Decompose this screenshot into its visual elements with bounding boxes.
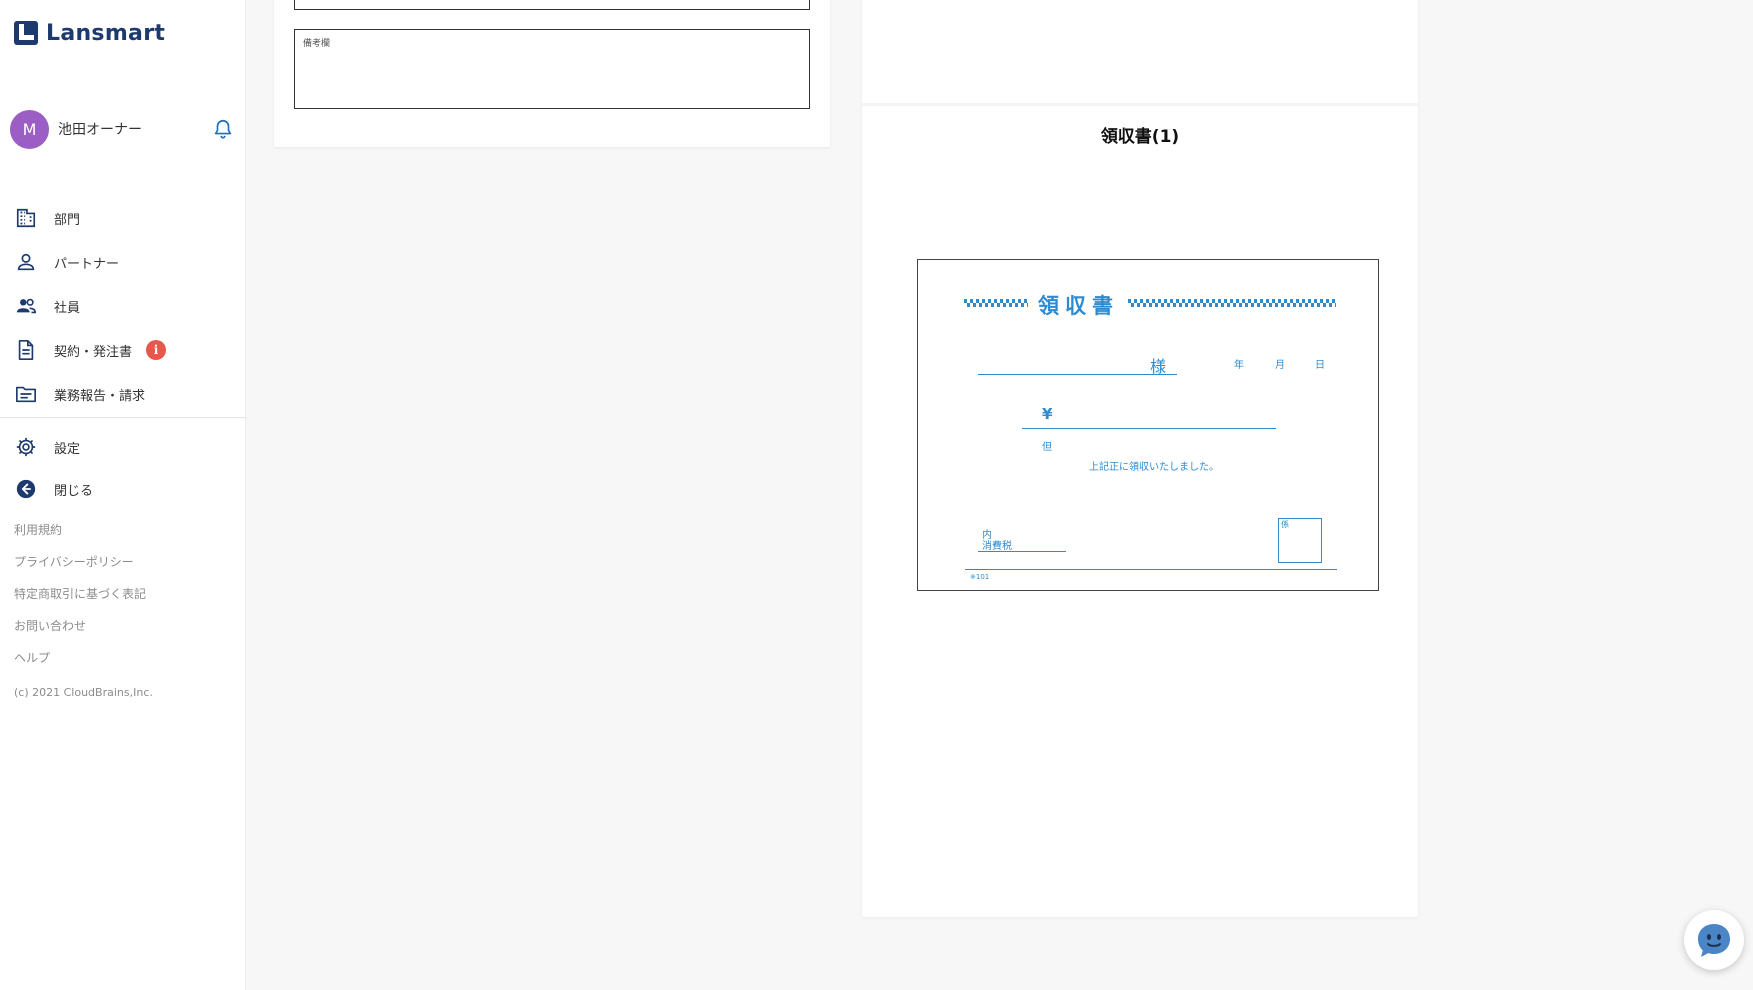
sidebar-item-partners[interactable]: パートナー <box>0 240 246 284</box>
form-card: 備考欄 <box>274 0 830 147</box>
avatar[interactable]: M <box>10 109 49 149</box>
sidebar-item-employees[interactable]: 社員 <box>0 284 246 328</box>
sidebar-item-reports-billing[interactable]: 業務報告・請求 <box>0 372 246 416</box>
remarks-label: 備考欄 <box>303 39 331 49</box>
tax-line <box>978 551 1066 552</box>
amount-line <box>1022 428 1276 429</box>
avatar-initial: M <box>22 119 37 139</box>
sidebar-item-label: パートナー <box>54 256 120 272</box>
sidebar-item-settings[interactable]: 設定 <box>0 426 246 468</box>
sidebar-item-label: 契約・発注書 <box>54 344 133 360</box>
bottom-line <box>965 569 1337 570</box>
receipt-month: 月 <box>1275 360 1285 371</box>
copyright: (c) 2021 CloudBrains,Inc. <box>14 686 153 699</box>
terms-link[interactable]: 利用規約 <box>14 522 146 554</box>
page-separator <box>862 103 1418 106</box>
recipient-line <box>978 374 1177 375</box>
receipt-received-text: 上記正に領収いたしました。 <box>1089 462 1219 473</box>
person-icon <box>14 250 38 274</box>
secondary-nav: 設定 閉じる <box>0 426 246 510</box>
building-icon <box>14 206 38 230</box>
remarks-field[interactable]: 備考欄 <box>294 29 810 109</box>
sidebar-item-contracts[interactable]: 契約・発注書 i <box>0 328 246 372</box>
receipt-year: 年 <box>1234 360 1244 371</box>
receipt-form: 領収書 様 年 月 日 ¥ 但 上記正に領収いたしました。 内 消費税 係 ※1… <box>917 259 1379 591</box>
receipt-preview-panel: 領収書(1) 領収書 様 年 月 日 ¥ 但 上記正に領収いたしました。 内 消… <box>862 0 1418 917</box>
privacy-link[interactable]: プライバシーポリシー <box>14 554 146 586</box>
receipt-heading: 領収書 <box>1038 294 1119 318</box>
checker-pattern-left-2 <box>964 303 1028 307</box>
sidebar-item-label: 業務報告・請求 <box>54 388 146 404</box>
receipt-tadashi: 但 <box>1042 442 1052 453</box>
sidebar-divider <box>0 417 246 418</box>
receipt-code: ※101 <box>970 573 990 581</box>
user-profile[interactable]: M 池田オーナー <box>10 109 232 149</box>
contact-link[interactable]: お問い合わせ <box>14 618 146 650</box>
preview-title: 領収書(1) <box>1100 127 1180 147</box>
commerce-law-link[interactable]: 特定商取引に基づく表記 <box>14 586 146 618</box>
bell-icon[interactable] <box>212 118 234 140</box>
receipt-yen: ¥ <box>1042 405 1053 423</box>
sidebar-item-label: 社員 <box>54 300 81 316</box>
info-badge: i <box>146 340 167 360</box>
checker-pattern-right-2 <box>1128 303 1336 307</box>
sidebar: Lansmart M 池田オーナー 部門 パートナー 社員 契約・発注書 i 業… <box>0 0 246 990</box>
footer-links: 利用規約 プライバシーポリシー 特定商取引に基づく表記 お問い合わせ ヘルプ <box>14 522 146 682</box>
sidebar-item-close[interactable]: 閉じる <box>0 468 246 510</box>
sidebar-item-label: 閉じる <box>54 483 94 499</box>
user-name: 池田オーナー <box>58 122 142 138</box>
receipt-kakari: 係 <box>1281 520 1289 529</box>
chatbot-button[interactable] <box>1684 910 1744 970</box>
brand-name: Lansmart <box>46 20 166 46</box>
people-icon <box>14 294 38 318</box>
chatbot-icon <box>1698 924 1730 957</box>
stamp-box: 係 <box>1278 518 1322 563</box>
receipt-tax: 消費税 <box>982 541 1012 552</box>
gear-icon <box>14 435 38 459</box>
logo-mark-icon <box>14 21 38 45</box>
help-link[interactable]: ヘルプ <box>14 650 146 682</box>
document-icon <box>14 338 38 362</box>
sidebar-item-departments[interactable]: 部門 <box>0 196 246 240</box>
form-field-partial[interactable] <box>294 0 810 10</box>
brand-logo[interactable]: Lansmart <box>14 20 165 46</box>
sidebar-item-label: 部門 <box>54 212 81 228</box>
folder-icon <box>14 382 38 406</box>
receipt-day: 日 <box>1315 360 1325 371</box>
sidebar-item-label: 設定 <box>54 441 81 457</box>
arrow-left-circle-icon <box>14 477 38 501</box>
main-nav: 部門 パートナー 社員 契約・発注書 i 業務報告・請求 <box>0 196 246 416</box>
